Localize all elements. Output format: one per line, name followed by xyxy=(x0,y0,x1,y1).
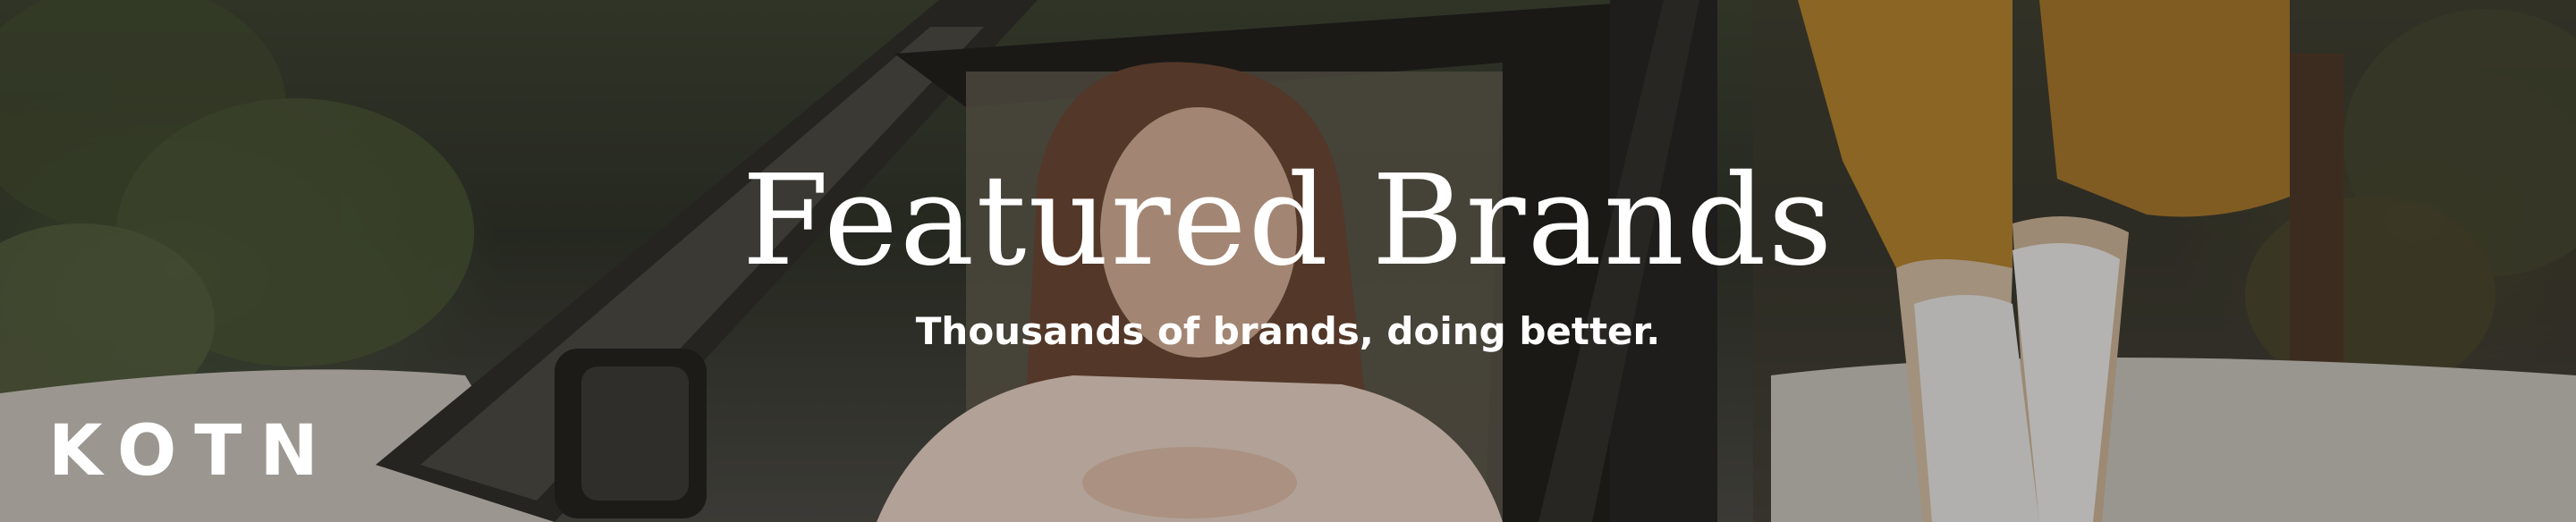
brand-logo-kotn[interactable]: KOTN xyxy=(48,417,336,486)
banner-subtitle: Thousands of brands, doing better. xyxy=(915,309,1661,353)
banner-title: Featured Brands xyxy=(741,148,1835,294)
hero-banner: Featured Brands Thousands of brands, doi… xyxy=(0,0,2576,522)
